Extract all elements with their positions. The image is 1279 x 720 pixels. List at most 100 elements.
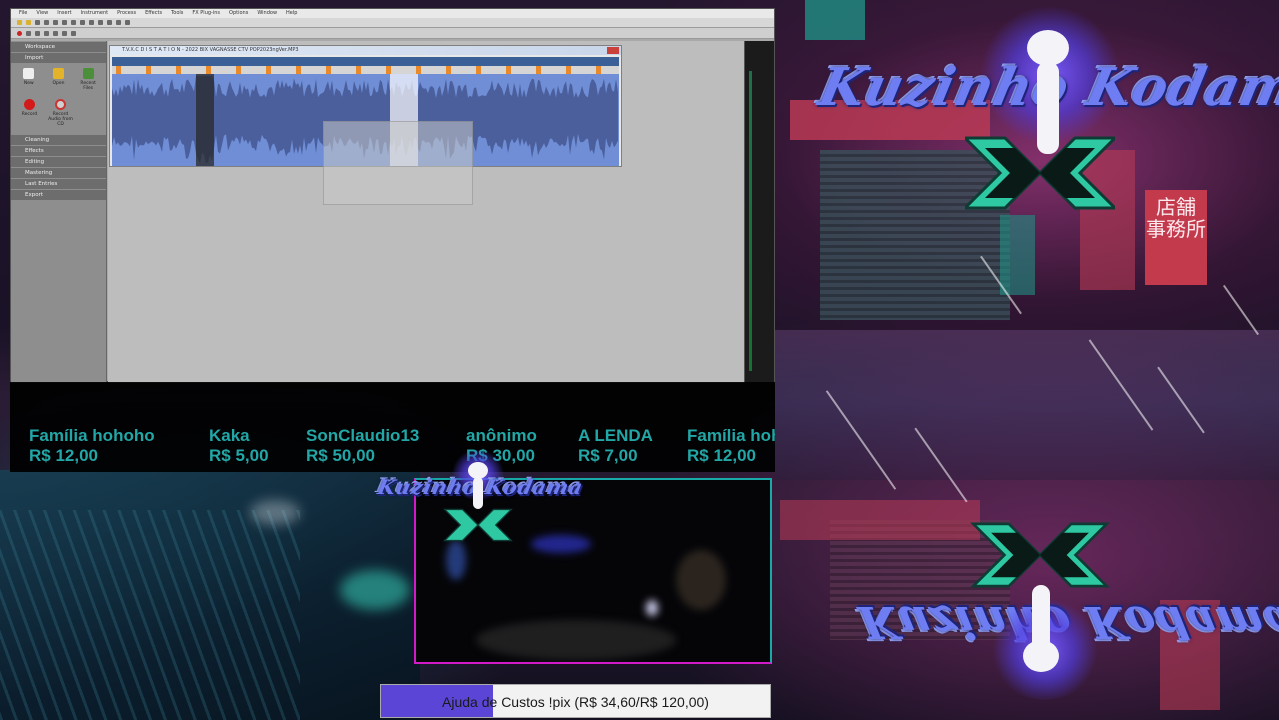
sidebar-import[interactable]: Import <box>11 53 106 63</box>
open-folder-icon[interactable] <box>26 20 31 25</box>
marker-flag[interactable] <box>116 66 121 74</box>
donor-entry: A LENDA R$ 7,00 <box>578 426 653 466</box>
undo-icon[interactable] <box>80 20 85 25</box>
x-emblem-icon <box>970 522 1110 588</box>
pencil-icon[interactable] <box>116 20 121 25</box>
menu-options[interactable]: Options <box>229 9 248 18</box>
copy-icon[interactable] <box>62 20 67 25</box>
new-file-icon[interactable] <box>17 20 22 25</box>
forward-icon[interactable] <box>62 30 67 36</box>
pause-icon[interactable] <box>44 30 49 36</box>
folder-icon <box>53 68 64 79</box>
donor-name: A LENDA <box>578 426 653 445</box>
cut-icon[interactable] <box>53 20 58 25</box>
waveform-window-title: T.V.X.C D I S T A T I O N - 2022 BIX VAG… <box>110 46 621 55</box>
marker-flag[interactable] <box>416 66 421 74</box>
marker-flag[interactable] <box>446 66 451 74</box>
donor-entry: Família hohoho R$ 12,00 <box>29 426 155 466</box>
marker-flag[interactable] <box>596 66 601 74</box>
new-label: New <box>23 81 34 86</box>
select-icon[interactable] <box>107 20 112 25</box>
menu-window[interactable]: Window <box>257 9 277 18</box>
record-icon <box>24 99 35 110</box>
x-emblem-icon <box>443 508 513 542</box>
recent-files-button[interactable]: Recent Files <box>76 68 100 91</box>
donor-name: Família hohoho <box>29 426 155 445</box>
menu-effects[interactable]: Effects <box>145 9 162 18</box>
sidebar-editing[interactable]: Editing <box>11 157 106 167</box>
audio-editor-window: File View Insert Instrument Process Effe… <box>10 8 775 383</box>
marker-flag[interactable] <box>356 66 361 74</box>
logo-text: Kuzinho Kodama <box>813 57 1279 118</box>
stream-scene: 店舗 事務所 Kuzinho Kodama Kuzinho Kodama Fil… <box>0 0 1279 720</box>
marker-flag[interactable] <box>176 66 181 74</box>
record-label: Record <box>21 112 38 117</box>
save-icon[interactable] <box>35 20 40 25</box>
goal-label: Ajuda de Custos !pix (R$ 34,60/R$ 120,00… <box>442 694 709 710</box>
import-icons: New Open Recent Files <box>11 64 106 95</box>
sidebar-export[interactable]: Export <box>11 190 106 200</box>
waveform-overview[interactable] <box>112 57 619 66</box>
record-icons: Record Record Audio from CD <box>11 95 106 131</box>
zoom-icon[interactable] <box>98 20 103 25</box>
main-toolbar <box>11 18 774 28</box>
marker-flag[interactable] <box>326 66 331 74</box>
marker-flag[interactable] <box>476 66 481 74</box>
donor-name: SonClaudio13 <box>306 426 420 445</box>
menu-tools[interactable]: Tools <box>171 9 183 18</box>
sidebar-cleaning[interactable]: Cleaning <box>11 135 106 145</box>
new-button[interactable]: New <box>17 68 41 91</box>
cd-icon <box>55 99 66 110</box>
record-icon[interactable] <box>17 30 22 36</box>
marker-flag[interactable] <box>506 66 511 74</box>
cam-desk <box>476 620 676 660</box>
marker-flag[interactable] <box>236 66 241 74</box>
donor-name: Família hohoho <box>687 426 775 445</box>
sidebar-effects[interactable]: Effects <box>11 146 106 156</box>
menu-file[interactable]: File <box>19 9 27 18</box>
close-icon[interactable] <box>607 47 619 54</box>
donor-amount: R$ 5,00 <box>209 446 269 465</box>
rewind-icon[interactable] <box>26 30 31 36</box>
marker-flag[interactable] <box>536 66 541 74</box>
marker-flag[interactable] <box>566 66 571 74</box>
loop-icon[interactable] <box>71 30 76 36</box>
record-cd-button[interactable]: Record Audio from CD <box>48 99 73 127</box>
donor-amount: R$ 12,00 <box>687 446 756 465</box>
sidebar-mastering[interactable]: Mastering <box>11 168 106 178</box>
muted-region <box>196 74 214 166</box>
marker-flag[interactable] <box>146 66 151 74</box>
sidebar-last-entries[interactable]: Last Entries <box>11 179 106 189</box>
save-as-icon[interactable] <box>44 20 49 25</box>
donor-entry: Família hohoho R$ 12,00 <box>687 426 775 466</box>
menu-insert[interactable]: Insert <box>57 9 71 18</box>
marker-flag[interactable] <box>266 66 271 74</box>
open-button[interactable]: Open <box>47 68 71 91</box>
timeline-ruler[interactable] <box>112 66 619 74</box>
kodama-spirit-head <box>1023 640 1059 672</box>
rain-streak <box>1222 284 1260 336</box>
marker-flag[interactable] <box>296 66 301 74</box>
wet-street-reflection <box>775 330 1279 480</box>
donation-goal-bar: Ajuda de Custos !pix (R$ 34,60/R$ 120,00… <box>380 684 771 718</box>
settings-icon[interactable] <box>125 20 130 25</box>
new-file-icon <box>23 68 35 79</box>
paste-icon[interactable] <box>71 20 76 25</box>
stop-icon[interactable] <box>53 30 58 36</box>
kodama-logo-bottom: Kuzinho Kodama <box>855 510 1279 700</box>
play-icon[interactable] <box>35 30 40 36</box>
marker-flag[interactable] <box>386 66 391 74</box>
menu-instrument[interactable]: Instrument <box>81 9 109 18</box>
menu-help[interactable]: Help <box>286 9 297 18</box>
menu-bar: File View Insert Instrument Process Effe… <box>11 9 774 18</box>
menu-fx-plugins[interactable]: FX Plug-ins <box>192 9 220 18</box>
donor-entry: Kaka R$ 5,00 <box>209 426 269 466</box>
sidebar-workspace[interactable]: Workspace <box>11 42 106 52</box>
marker-flag[interactable] <box>206 66 211 74</box>
menu-process[interactable]: Process <box>117 9 136 18</box>
menu-view[interactable]: View <box>36 9 48 18</box>
donor-name: anônimo <box>466 426 537 445</box>
redo-icon[interactable] <box>89 20 94 25</box>
record-button[interactable]: Record <box>17 99 42 127</box>
faded-dialog <box>323 121 473 205</box>
